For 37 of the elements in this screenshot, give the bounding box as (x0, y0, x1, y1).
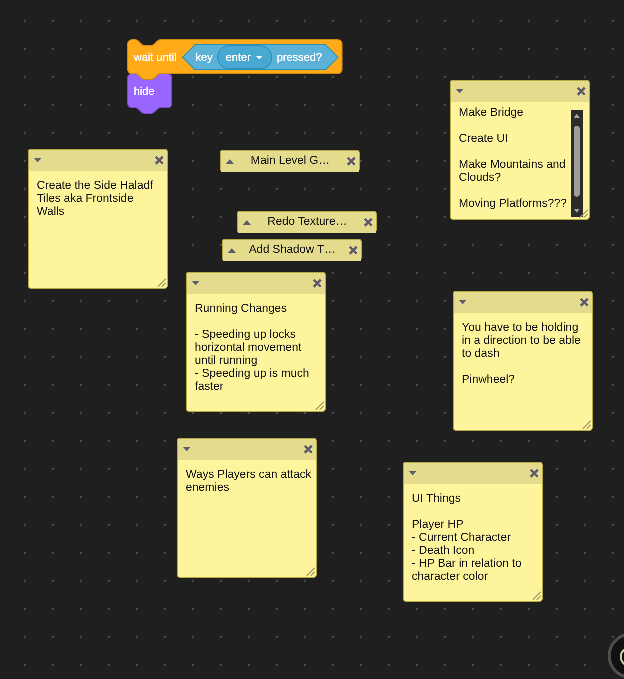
comment-text-field[interactable]: Create the Side Haladf Tiles aka Frontside Walls (29, 171, 167, 288)
close-icon[interactable] (304, 445, 313, 454)
caret-down-icon[interactable] (459, 300, 467, 305)
round-button[interactable] (606, 631, 624, 679)
close-icon[interactable] (364, 218, 373, 227)
caret-down-icon[interactable] (456, 89, 464, 94)
comment-text-field[interactable]: Make Bridge Create UI Make Mountains and Clouds? Moving Platforms??? (451, 102, 571, 219)
resize-handle-icon[interactable] (157, 278, 166, 287)
resize-handle-icon[interactable] (532, 591, 541, 600)
scrollbar[interactable] (571, 110, 583, 217)
caret-up-icon[interactable] (226, 159, 234, 164)
comment-label: Add Shadow T… (248, 244, 337, 257)
close-icon[interactable] (349, 246, 358, 255)
comment-text-field[interactable]: UI Things Player HP - Current Character - Death Icon - HP Bar in relation to character color (404, 484, 542, 601)
resize-handle-icon[interactable] (582, 420, 591, 429)
code-block[interactable]: hide (128, 74, 172, 114)
close-icon[interactable] (580, 298, 589, 307)
close-icon[interactable] (577, 87, 586, 96)
caret-down-icon[interactable] (409, 471, 417, 476)
resize-handle-icon[interactable] (315, 401, 324, 410)
caret-up-icon[interactable] (228, 248, 236, 253)
comment-text-field[interactable]: You have to be holding in a direction to be able to dash Pinwheel? (454, 313, 592, 430)
comment-label: Redo Texture… (266, 216, 348, 229)
caret-down-icon[interactable] (183, 447, 191, 452)
comment-text-field[interactable]: Ways Players can attack enemies (178, 460, 316, 577)
resize-handle-icon[interactable] (579, 209, 588, 218)
close-icon[interactable] (155, 156, 164, 165)
caret-down-icon[interactable] (192, 281, 200, 286)
caret-up-icon[interactable] (243, 220, 251, 225)
caret-down-icon[interactable] (34, 158, 42, 163)
close-icon[interactable] (313, 279, 322, 288)
close-icon[interactable] (347, 157, 356, 166)
close-icon[interactable] (530, 469, 539, 478)
caret-icon (256, 56, 263, 60)
resize-handle-icon[interactable] (306, 567, 315, 576)
comment-text-field[interactable]: Running Changes - Speeding up locks horizontal movement until running - Speeding up is much faster (187, 294, 325, 411)
comment-label: Main Level G… (250, 155, 332, 168)
